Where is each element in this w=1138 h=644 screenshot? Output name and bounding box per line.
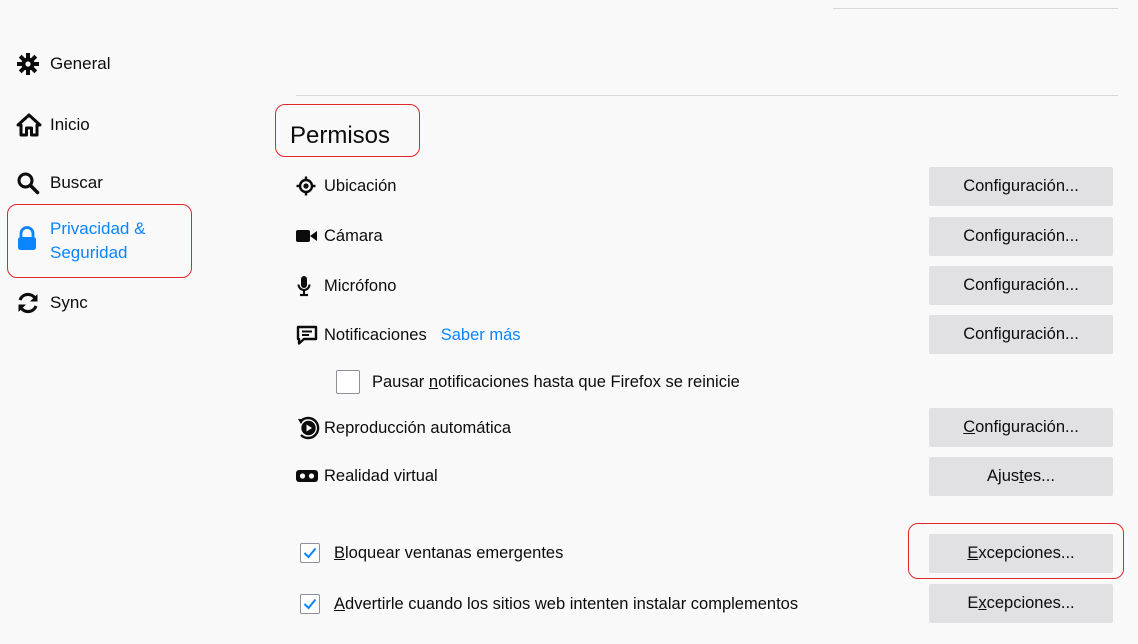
notifications-label: Notificaciones [324, 325, 427, 344]
notification-icon [296, 325, 324, 345]
location-settings-button[interactable]: Confi g uración... [929, 167, 1113, 206]
vr-row: Realidad virtual [296, 456, 438, 496]
title-highlight [275, 104, 420, 157]
checkmark-icon [303, 598, 317, 610]
microphone-label: Micrófono [324, 276, 397, 295]
vr-settings-button[interactable]: Ajus t es... [929, 457, 1113, 496]
notifications-row: Notificaciones Saber más [296, 315, 521, 355]
exceptions-highlight [908, 523, 1124, 579]
block-popups-label: Bloquear ventanas emergentes [334, 543, 564, 562]
block-popups-checkbox[interactable] [300, 543, 320, 563]
search-icon [16, 170, 50, 196]
microphone-settings-button[interactable]: Confi g uración... [929, 266, 1113, 305]
sidebar-item-sync[interactable]: Sync [16, 290, 88, 316]
gear-icon [16, 51, 50, 77]
pause-notifications-label: Pausar notificaciones hasta que Firefox … [372, 372, 740, 391]
privacy-highlight [7, 204, 192, 278]
sidebar-item-label: Inicio [50, 115, 90, 134]
notifications-settings-button[interactable]: Confi g uración... [929, 315, 1113, 354]
checkmark-icon [303, 547, 317, 559]
sidebar-item-general[interactable]: General [16, 51, 110, 77]
camera-icon [296, 228, 324, 244]
sidebar-item-label: Sync [50, 293, 88, 312]
warn-addons-checkbox[interactable] [300, 594, 320, 614]
microphone-row: Micrófono [296, 266, 396, 306]
microphone-icon [296, 275, 324, 297]
warn-addons-label: Advertirle cuando los sitios web intente… [334, 594, 799, 613]
autoplay-row: Reproducción automática [296, 408, 511, 448]
pause-notifications-row: Pausar notificaciones hasta que Firefox … [336, 362, 740, 402]
location-row: Ubicación [296, 166, 396, 206]
location-icon [296, 176, 324, 196]
home-icon [16, 112, 50, 138]
camera-settings-button[interactable]: Confi g uración... [929, 217, 1113, 256]
camera-label: Cámara [324, 226, 383, 245]
vr-label: Realidad virtual [324, 466, 438, 485]
autoplay-settings-button[interactable]: Configuración... [929, 408, 1113, 447]
pause-notifications-checkbox[interactable] [336, 370, 360, 394]
location-label: Ubicación [324, 176, 397, 195]
top-divider [833, 8, 1118, 9]
sidebar-item-label: Buscar [50, 173, 103, 192]
sidebar-item-buscar[interactable]: Buscar [16, 170, 103, 196]
sidebar-item-inicio[interactable]: Inicio [16, 112, 90, 138]
autoplay-label: Reproducción automática [324, 418, 512, 437]
sidebar-item-label: General [50, 54, 111, 73]
camera-row: Cámara [296, 216, 383, 256]
sync-icon [16, 290, 50, 316]
learn-more-link[interactable]: Saber más [441, 326, 521, 345]
sidebar: General Inicio Buscar Privacidad & Segur… [0, 0, 260, 644]
warn-addons-row: Advertirle cuando los sitios web intente… [300, 584, 798, 624]
warn-addons-exceptions-button[interactable]: Ex cepciones... [929, 584, 1113, 623]
vr-icon [296, 469, 324, 483]
autoplay-icon [296, 416, 324, 440]
section-divider [296, 95, 1118, 96]
block-popups-row: Bloquear ventanas emergentes [300, 533, 563, 573]
